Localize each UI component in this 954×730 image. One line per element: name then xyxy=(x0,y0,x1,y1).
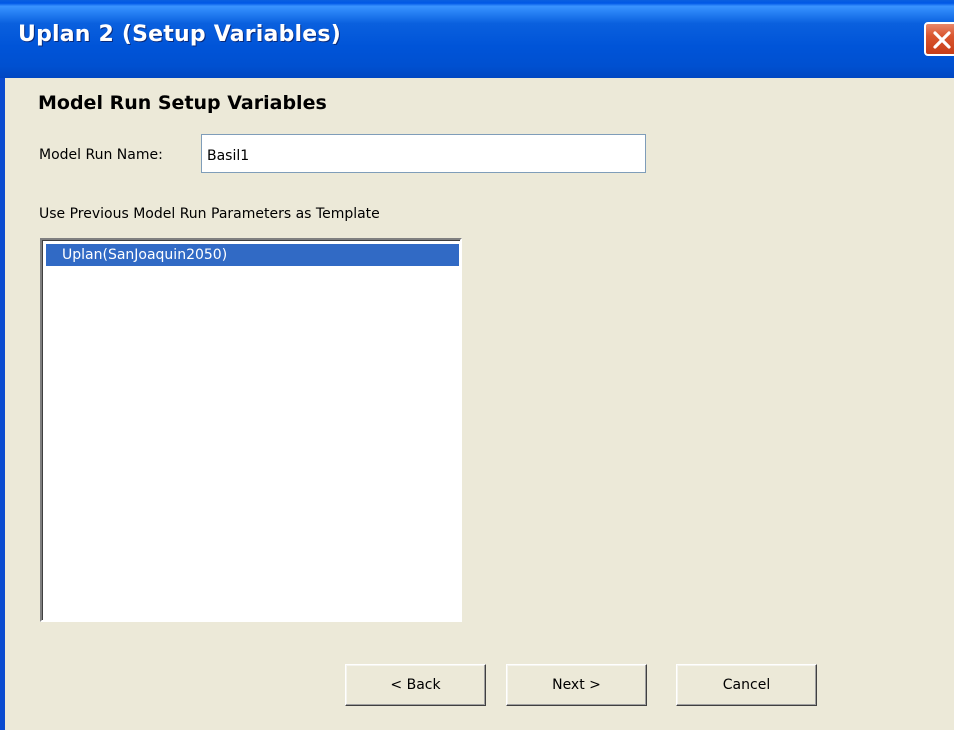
setup-variables-dialog: Uplan 2 (Setup Variables) Model Run Setu… xyxy=(0,0,954,730)
close-icon xyxy=(933,31,951,49)
window-title: Uplan 2 (Setup Variables) xyxy=(18,22,341,47)
back-button[interactable]: < Back xyxy=(345,664,486,706)
cancel-button[interactable]: Cancel xyxy=(676,664,817,706)
close-button[interactable] xyxy=(924,22,954,56)
run-name-input[interactable] xyxy=(201,134,646,173)
title-bar[interactable]: Uplan 2 (Setup Variables) xyxy=(0,0,954,78)
next-button[interactable]: Next > xyxy=(506,664,647,706)
template-label: Use Previous Model Run Parameters as Tem… xyxy=(39,206,380,222)
list-item[interactable]: Uplan(SanJoaquin2050) xyxy=(46,244,459,266)
section-heading: Model Run Setup Variables xyxy=(38,92,327,114)
run-name-label: Model Run Name: xyxy=(39,147,163,163)
window-frame-left xyxy=(0,78,5,730)
template-listbox[interactable]: Uplan(SanJoaquin2050) xyxy=(40,238,462,622)
